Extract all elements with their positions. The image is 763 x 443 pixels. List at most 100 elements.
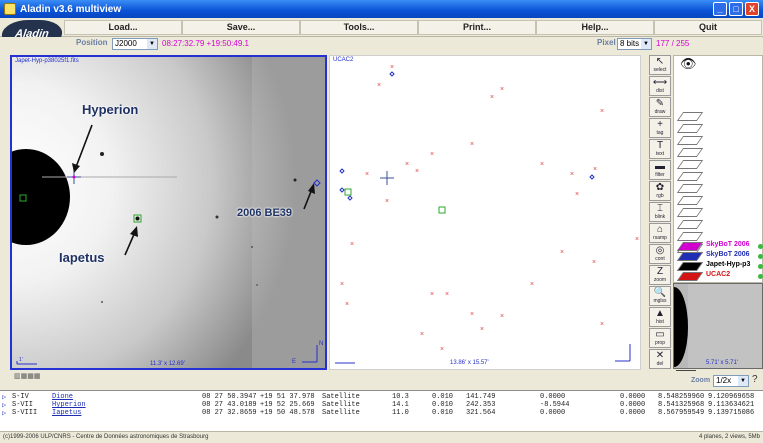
table-cell-name[interactable]: Hyperion (52, 401, 86, 409)
catalog-source-mark[interactable]: × (635, 236, 639, 243)
maximize-button[interactable]: □ (729, 2, 743, 16)
layer-name[interactable]: UCAC2 (706, 271, 730, 278)
empty-plane[interactable] (676, 112, 704, 121)
tool-zoom[interactable]: Zzoom (649, 265, 671, 285)
asteroid-mark[interactable] (339, 187, 345, 193)
catalog-source-mark[interactable]: × (430, 291, 434, 298)
catalog-source-mark[interactable]: × (500, 313, 504, 320)
layer-stack[interactable]: 👁 SkyBoT 2006 SkyBoT 2006 Japet-Hyp-p3 UCAC… (673, 55, 763, 283)
catalog-source-mark[interactable]: × (350, 241, 354, 248)
chevron-down-icon[interactable]: ▼ (147, 39, 157, 49)
empty-plane[interactable] (676, 196, 704, 205)
catalog-view-ucac2[interactable]: × × × × × × × × × × × × × × × × × × × × × × × × × × × × × × UCAC2 13.… (329, 55, 641, 370)
empty-plane[interactable] (676, 136, 704, 145)
empty-plane[interactable] (676, 148, 704, 157)
tool-rgb[interactable]: ✿ rgb (649, 181, 671, 201)
empty-plane[interactable] (676, 208, 704, 217)
tool-del[interactable]: ✕ del (649, 349, 671, 369)
catalog-source-mark[interactable]: × (430, 151, 434, 158)
menu-help[interactable]: Help... (536, 20, 654, 35)
asteroid-mark[interactable] (589, 174, 595, 180)
catalog-source-mark[interactable]: × (480, 326, 484, 333)
layer-plane-icon[interactable] (676, 242, 704, 251)
catalog-source-mark[interactable]: × (592, 259, 596, 266)
table-cell-name[interactable]: Iapetus (52, 409, 81, 417)
menu-save[interactable]: Save... (182, 20, 300, 35)
empty-plane[interactable] (676, 220, 704, 229)
measurement-table[interactable]: ▷ S-IV Dione 08 27 50.3947 +19 51 37.978 Sate… (0, 390, 763, 431)
zoom-thumbnail[interactable]: 5.71' x 5.71' (673, 283, 763, 369)
catalog-source-mark[interactable]: × (600, 321, 604, 328)
expand-triangle-icon[interactable]: ▷ (2, 409, 6, 418)
tool-mglss[interactable]: 🔍 mglss (649, 286, 671, 306)
catalog-source-mark[interactable]: × (405, 161, 409, 168)
chevron-down-icon[interactable]: ▼ (738, 376, 748, 386)
pixel-mode-select[interactable]: 8 bits ▼ (617, 38, 652, 50)
catalog-source-mark[interactable]: × (365, 171, 369, 178)
close-button[interactable]: X (745, 2, 759, 16)
menu-tools[interactable]: Tools... (300, 20, 418, 35)
menu-print[interactable]: Print... (418, 20, 536, 35)
catalog-source-mark[interactable]: × (470, 311, 474, 318)
catalog-source-mark[interactable]: × (377, 82, 381, 89)
tool-filter[interactable]: ▬ filter (649, 160, 671, 180)
tool-dist[interactable]: ⟷ dist (649, 76, 671, 96)
tool-blink[interactable]: ⌶ blink (649, 202, 671, 222)
asteroid-mark[interactable] (339, 168, 345, 174)
catalog-source-mark[interactable]: × (440, 346, 444, 353)
catalog-source-mark[interactable]: × (420, 331, 424, 338)
crosshair-marker[interactable] (380, 171, 394, 185)
tool-draw[interactable]: ✎ draw (649, 97, 671, 117)
empty-plane[interactable] (676, 172, 704, 181)
layer-plane-icon[interactable] (676, 262, 704, 271)
satellite-mark[interactable] (344, 188, 352, 196)
table-row[interactable]: ▷ S-IV Dione 08 27 50.3947 +19 51 37.978 Sate… (0, 393, 763, 402)
multiview-icon[interactable]: ▥▦▦▦ (14, 372, 54, 388)
table-row[interactable]: ▷ S-VII Hyperion 08 27 43.0189 +19 52 25.669… (0, 401, 763, 410)
catalog-source-mark[interactable]: × (530, 281, 534, 288)
menu-load[interactable]: Load... (64, 20, 182, 35)
asteroid-mark[interactable] (347, 195, 353, 201)
chevron-down-icon[interactable]: ▼ (641, 39, 651, 49)
catalog-source-mark[interactable]: × (490, 94, 494, 101)
catalog-source-mark[interactable]: × (593, 166, 597, 173)
help-icon[interactable]: ? (752, 374, 758, 385)
minimize-button[interactable]: _ (713, 2, 727, 16)
layer-plane-icon[interactable] (676, 252, 704, 261)
layer-plane-icon[interactable] (676, 272, 704, 281)
tool-select[interactable]: ↖ select (649, 55, 671, 75)
tool-hist[interactable]: ▲ hist (649, 307, 671, 327)
image-view-fits[interactable]: N E 1' Japet-Hyp-p38025f1.fits 11.3' x 1… (10, 55, 327, 370)
catalog-source-mark[interactable]: × (340, 281, 344, 288)
layer-name[interactable]: Japet-Hyp-p3 (706, 261, 750, 268)
tool-cont[interactable]: ◎ cont (649, 244, 671, 264)
empty-plane[interactable] (676, 160, 704, 169)
catalog-source-mark[interactable]: × (345, 301, 349, 308)
layer-name[interactable]: SkyBoT 2006 (706, 251, 750, 258)
tool-rsamp[interactable]: ⌂ rsamp (649, 223, 671, 243)
eye-icon[interactable]: 👁 (680, 56, 697, 72)
frame-select[interactable]: J2000 ▼ (112, 38, 158, 50)
catalog-source-mark[interactable]: × (470, 141, 474, 148)
table-row[interactable]: ▷ S-VIII Iapetus 08 27 32.8659 +19 50 48.578… (0, 409, 763, 418)
catalog-source-mark[interactable]: × (575, 191, 579, 198)
catalog-source-mark[interactable]: × (570, 171, 574, 178)
catalog-source-mark[interactable]: × (540, 161, 544, 168)
tool-text[interactable]: Ttext (649, 139, 671, 159)
catalog-source-mark[interactable]: × (415, 168, 419, 175)
tool-prop[interactable]: ▭ prop (649, 328, 671, 348)
empty-plane[interactable] (676, 124, 704, 133)
asteroid-mark[interactable] (389, 71, 395, 77)
catalog-source-mark[interactable]: × (445, 291, 449, 298)
coords-readout[interactable]: 08:27:32.79 +19:50:49.1 (162, 39, 249, 48)
menu-quit[interactable]: Quit (654, 20, 762, 35)
catalog-source-mark[interactable]: × (385, 198, 389, 205)
empty-plane[interactable] (676, 184, 704, 193)
catalog-source-mark[interactable]: × (600, 108, 604, 115)
table-cell-name[interactable]: Dione (52, 393, 73, 401)
tool-tag[interactable]: + tag (649, 118, 671, 138)
catalog-plot[interactable]: × × × × × × × × × × × × × × × × × × × × × × × × × × × × × × (330, 56, 641, 370)
catalog-source-mark[interactable]: × (500, 86, 504, 93)
layer-name[interactable]: SkyBoT 2006 (706, 241, 750, 248)
catalog-source-mark[interactable]: × (390, 64, 394, 71)
